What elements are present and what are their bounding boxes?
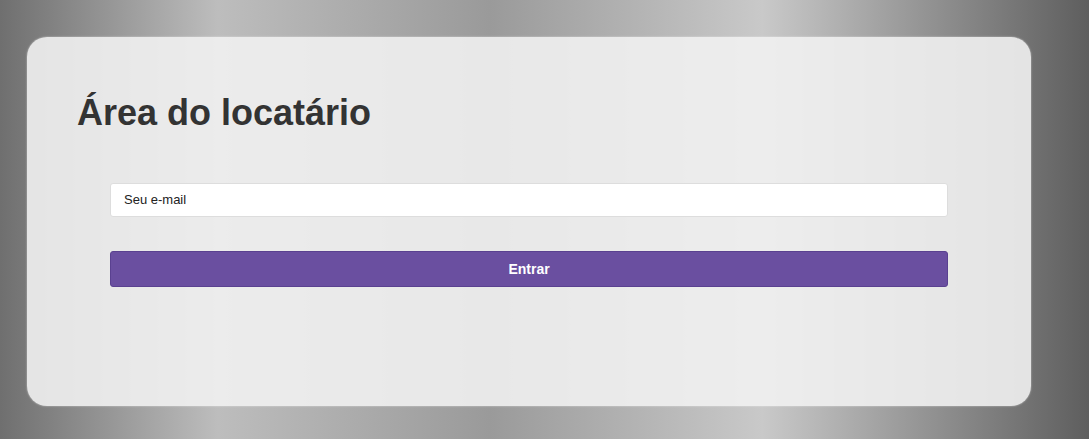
- email-input[interactable]: [110, 183, 948, 217]
- background-photo: Área do locatário Entrar: [0, 0, 1089, 439]
- login-button[interactable]: Entrar: [110, 251, 948, 287]
- page-title: Área do locatário: [77, 89, 981, 137]
- login-card: Área do locatário Entrar: [27, 37, 1031, 406]
